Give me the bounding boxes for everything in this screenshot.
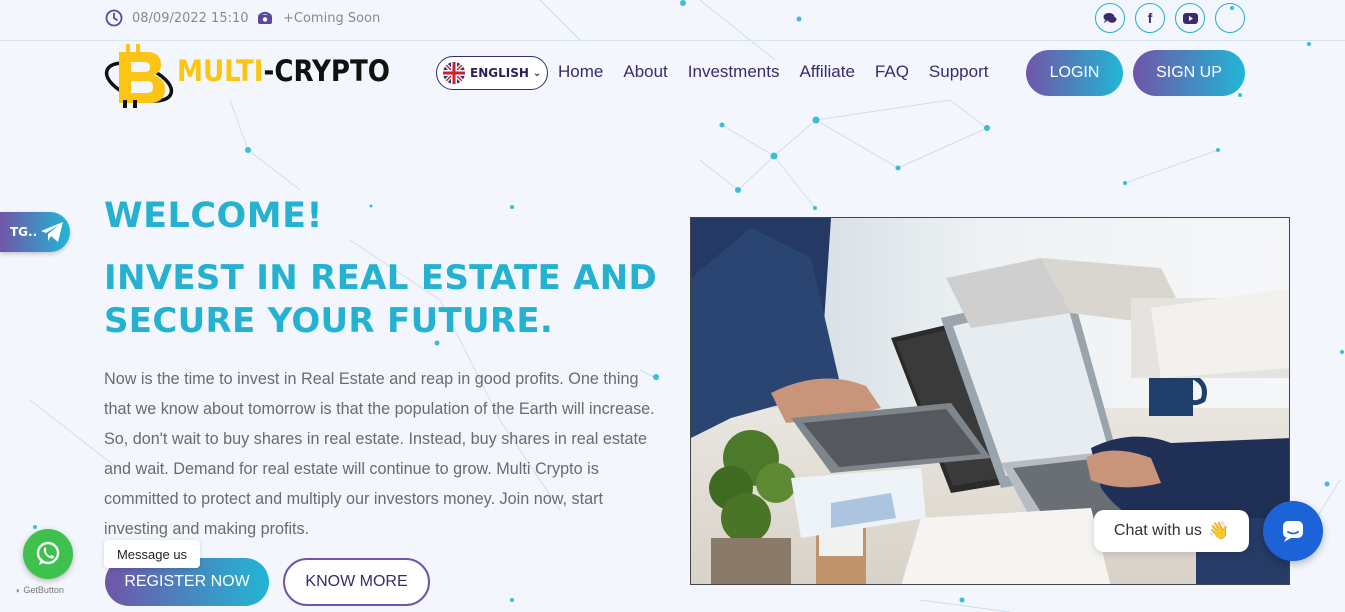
headline-line-2: SECURE YOUR FUTURE. bbox=[104, 301, 554, 341]
getbutton-icon: ◐ bbox=[16, 586, 21, 595]
main-nav: Home About Investments Affiliate FAQ Sup… bbox=[558, 62, 1008, 82]
live-chat-button[interactable] bbox=[1263, 501, 1323, 561]
chevron-down-icon: ⌄ bbox=[532, 67, 542, 79]
logo-crypto: -CRYPTO bbox=[263, 54, 390, 88]
telegram-tab[interactable]: TG.. bbox=[0, 212, 70, 252]
telegram-label: TG.. bbox=[10, 225, 38, 239]
headline-line-1: INVEST IN REAL ESTATE AND bbox=[104, 258, 658, 298]
blank-social-button[interactable] bbox=[1215, 3, 1245, 33]
whatsapp-icon bbox=[36, 541, 60, 565]
chat-label: Chat with us bbox=[1113, 522, 1202, 539]
whatsapp-button[interactable] bbox=[23, 529, 73, 579]
welcome-heading: WELCOME! bbox=[104, 196, 323, 236]
site-logo[interactable]: MULTI-CRYPTO bbox=[103, 40, 423, 108]
getbutton-label: GetButton bbox=[23, 585, 64, 595]
nav-investments[interactable]: Investments bbox=[688, 62, 780, 82]
language-selector[interactable]: ENGLISH ⌄ bbox=[436, 56, 548, 90]
telegram-icon bbox=[41, 222, 64, 242]
login-button[interactable]: LOGIN bbox=[1026, 50, 1123, 96]
top-bar: 08/09/2022 15:10 +Coming Soon f bbox=[0, 0, 1345, 41]
nav-support[interactable]: Support bbox=[929, 62, 989, 82]
hero-headline: INVEST IN REAL ESTATE AND SECURE YOUR FU… bbox=[104, 257, 664, 343]
youtube-social-button[interactable] bbox=[1175, 3, 1205, 33]
phone-icon bbox=[256, 9, 274, 27]
clock-icon bbox=[105, 9, 123, 27]
getbutton-credit[interactable]: ◐ GetButton bbox=[16, 585, 64, 595]
know-more-button[interactable]: KNOW MORE bbox=[283, 558, 430, 606]
nav-affiliate[interactable]: Affiliate bbox=[799, 62, 854, 82]
language-label: ENGLISH bbox=[470, 66, 529, 80]
hero-paragraph: Now is the time to invest in Real Estate… bbox=[104, 370, 655, 538]
nav-about[interactable]: About bbox=[623, 62, 667, 82]
logo-multi: MULTI bbox=[177, 54, 264, 88]
phone-contact: +Coming Soon bbox=[256, 9, 380, 27]
youtube-icon bbox=[1182, 12, 1198, 24]
nav-home[interactable]: Home bbox=[558, 62, 603, 82]
chat-with-us-bubble[interactable]: Chat with us 👋 bbox=[1094, 510, 1249, 552]
datetime-text: 08/09/2022 15:10 bbox=[132, 10, 249, 26]
datetime: 08/09/2022 15:10 bbox=[105, 9, 249, 27]
uk-flag-icon bbox=[443, 62, 465, 84]
wave-hand-icon: 👋 bbox=[1207, 521, 1230, 540]
nav-faq[interactable]: FAQ bbox=[875, 62, 909, 82]
chat-social-button[interactable] bbox=[1095, 3, 1125, 33]
whatsapp-message-bubble[interactable]: Message us bbox=[104, 540, 200, 568]
chat-icon bbox=[1103, 13, 1117, 23]
chat-bubble-icon bbox=[1283, 521, 1303, 542]
logo-text: MULTI-CRYPTO bbox=[177, 54, 390, 88]
phone-text: +Coming Soon bbox=[283, 10, 381, 26]
bitcoin-logo-icon bbox=[104, 44, 174, 108]
signup-button[interactable]: SIGN UP bbox=[1133, 50, 1245, 96]
facebook-icon: f bbox=[1147, 10, 1153, 26]
facebook-social-button[interactable]: f bbox=[1135, 3, 1165, 33]
